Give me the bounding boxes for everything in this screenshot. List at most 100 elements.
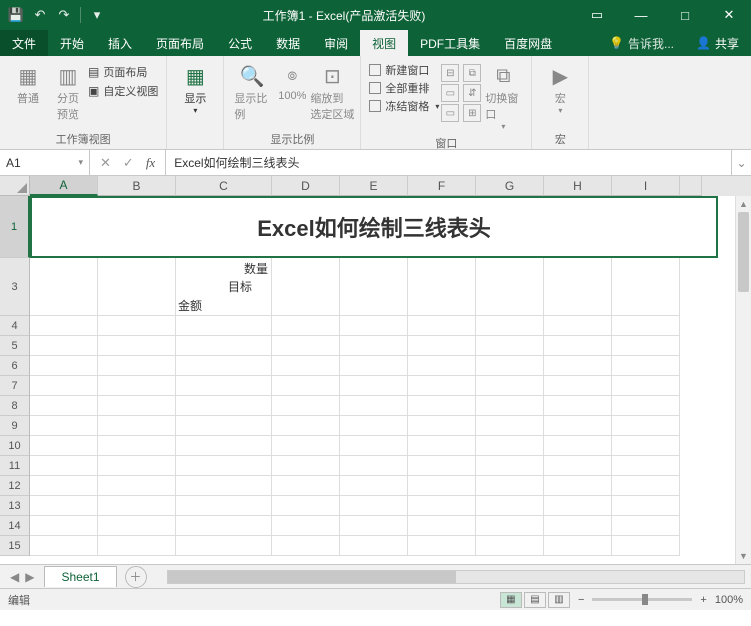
cell[interactable]: [408, 356, 476, 376]
cell[interactable]: [340, 476, 408, 496]
new-window-button[interactable]: 新建窗口: [369, 62, 439, 78]
arrange-all-button[interactable]: 全部重排: [369, 80, 439, 96]
freeze-panes-button[interactable]: 冻结窗格▾: [369, 98, 439, 114]
cell[interactable]: [176, 356, 272, 376]
cell[interactable]: [98, 258, 176, 316]
cell[interactable]: [272, 336, 340, 356]
row-header[interactable]: 6: [0, 356, 30, 376]
cell[interactable]: [340, 396, 408, 416]
cell[interactable]: [30, 336, 98, 356]
cell[interactable]: [176, 496, 272, 516]
scroll-up-icon[interactable]: ▲: [736, 196, 751, 212]
cell[interactable]: [272, 476, 340, 496]
formula-input[interactable]: Excel如何绘制三线表头: [166, 150, 731, 175]
cell[interactable]: [98, 416, 176, 436]
cell[interactable]: [544, 356, 612, 376]
cell[interactable]: [98, 356, 176, 376]
tab-baidu-disk[interactable]: 百度网盘: [492, 30, 564, 56]
row-header[interactable]: 9: [0, 416, 30, 436]
cell[interactable]: [476, 376, 544, 396]
tab-pdf-tools[interactable]: PDF工具集: [408, 30, 492, 56]
cell[interactable]: [98, 396, 176, 416]
cell[interactable]: [272, 258, 340, 316]
cell[interactable]: [176, 396, 272, 416]
save-icon[interactable]: 💾: [8, 7, 24, 23]
cell[interactable]: [544, 476, 612, 496]
cell[interactable]: [272, 536, 340, 556]
cell[interactable]: [272, 496, 340, 516]
cell[interactable]: [612, 396, 680, 416]
split-button[interactable]: ⊟: [441, 64, 459, 82]
cell[interactable]: [30, 476, 98, 496]
cell[interactable]: [476, 476, 544, 496]
cell[interactable]: [612, 376, 680, 396]
cell[interactable]: [612, 356, 680, 376]
cell[interactable]: [476, 356, 544, 376]
cell[interactable]: [476, 416, 544, 436]
cell[interactable]: [408, 536, 476, 556]
cell[interactable]: [98, 536, 176, 556]
maximize-icon[interactable]: □: [663, 0, 707, 30]
cell[interactable]: [176, 436, 272, 456]
cell[interactable]: [476, 396, 544, 416]
row-header[interactable]: 11: [0, 456, 30, 476]
tab-review[interactable]: 审阅: [312, 30, 360, 56]
scroll-thumb[interactable]: [738, 212, 749, 292]
cell[interactable]: [98, 376, 176, 396]
cell[interactable]: [544, 376, 612, 396]
row-header[interactable]: 10: [0, 436, 30, 456]
page-break-shortcut[interactable]: ▥: [548, 592, 570, 608]
cell[interactable]: [408, 436, 476, 456]
col-header-E[interactable]: E: [340, 176, 408, 196]
cell[interactable]: [408, 476, 476, 496]
normal-view-shortcut[interactable]: ▦: [500, 592, 522, 608]
undo-icon[interactable]: ↶: [32, 7, 48, 23]
cell[interactable]: [340, 536, 408, 556]
horizontal-scrollbar[interactable]: [167, 570, 745, 584]
cell[interactable]: [408, 316, 476, 336]
cell[interactable]: [176, 336, 272, 356]
cell[interactable]: [476, 496, 544, 516]
col-header-G[interactable]: G: [476, 176, 544, 196]
cell[interactable]: [98, 496, 176, 516]
redo-icon[interactable]: ↷: [56, 7, 72, 23]
row-header[interactable]: 7: [0, 376, 30, 396]
row-header-1[interactable]: 1: [0, 196, 30, 258]
cell[interactable]: [340, 376, 408, 396]
custom-views-check[interactable]: ▣自定义视图: [88, 83, 158, 99]
cell[interactable]: [476, 516, 544, 536]
row-header[interactable]: 14: [0, 516, 30, 536]
cell[interactable]: [612, 416, 680, 436]
cell[interactable]: [544, 436, 612, 456]
scroll-down-icon[interactable]: ▼: [736, 548, 751, 564]
cell[interactable]: [30, 356, 98, 376]
cell[interactable]: [30, 536, 98, 556]
cell[interactable]: [340, 356, 408, 376]
cell[interactable]: [544, 396, 612, 416]
cell[interactable]: [30, 456, 98, 476]
row-header[interactable]: 4: [0, 316, 30, 336]
cell[interactable]: [176, 376, 272, 396]
cell[interactable]: [612, 476, 680, 496]
fx-icon[interactable]: fx: [146, 155, 155, 171]
cell[interactable]: [98, 336, 176, 356]
cell[interactable]: [30, 316, 98, 336]
ribbon-options-icon[interactable]: ▭: [575, 0, 619, 30]
sheet-prev-icon[interactable]: ◀: [10, 570, 19, 584]
zoom-in-button[interactable]: +: [700, 594, 706, 606]
cell[interactable]: [272, 456, 340, 476]
col-header-I[interactable]: I: [612, 176, 680, 196]
cell[interactable]: [30, 376, 98, 396]
col-header-F[interactable]: F: [408, 176, 476, 196]
page-break-button[interactable]: ▥分页 预览: [48, 60, 88, 124]
cell[interactable]: [544, 336, 612, 356]
cell[interactable]: [98, 436, 176, 456]
sync-scroll-button[interactable]: ⇵: [463, 84, 481, 102]
cell[interactable]: [544, 496, 612, 516]
cell[interactable]: [476, 258, 544, 316]
qat-customize-icon[interactable]: ▾: [89, 7, 105, 23]
page-layout-check[interactable]: ▤页面布局: [88, 64, 158, 80]
cell[interactable]: [30, 396, 98, 416]
cell[interactable]: [30, 516, 98, 536]
cell[interactable]: [272, 356, 340, 376]
